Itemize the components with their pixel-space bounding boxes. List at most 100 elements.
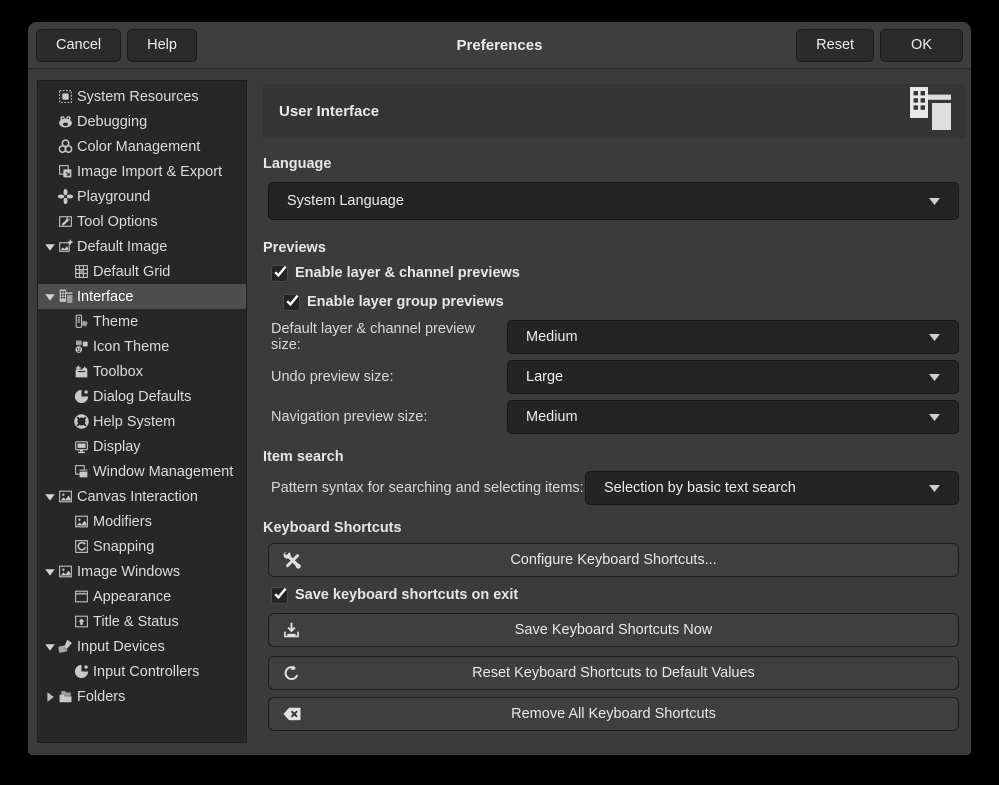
- save-keyboard-shortcuts-now-button[interactable]: Save Keyboard Shortcuts Now: [268, 613, 959, 647]
- sidebar-item-label: Toolbox: [93, 364, 143, 380]
- sidebar-item-help-system[interactable]: Help System: [38, 409, 246, 434]
- sidebar-item-label: System Resources: [77, 89, 199, 105]
- previews-heading: Previews: [263, 239, 965, 257]
- sidebar-item-input-devices[interactable]: Input Devices: [38, 634, 246, 659]
- sidebar-item-default-grid[interactable]: Default Grid: [38, 259, 246, 284]
- cancel-button[interactable]: Cancel: [36, 29, 121, 62]
- undo-preview-size-dropdown[interactable]: Large: [507, 360, 959, 394]
- sidebar-item-label: Playground: [77, 189, 150, 205]
- expander-down-icon[interactable]: [42, 641, 57, 653]
- pattern-syntax-row: Pattern syntax for searching and selecti…: [263, 471, 965, 505]
- sidebar-item-label: Window Management: [93, 464, 233, 480]
- sidebar-item-input-controllers[interactable]: Input Controllers: [38, 659, 246, 684]
- sidebar-item-modifiers[interactable]: Modifiers: [38, 509, 246, 534]
- sidebar-item-debugging[interactable]: Debugging: [38, 109, 246, 134]
- enable-layer-channel-previews-checkbox[interactable]: Enable layer & channel previews: [271, 264, 965, 282]
- sidebar-item-title-status[interactable]: Title & Status: [38, 609, 246, 634]
- pattern-syntax-label: Pattern syntax for searching and selecti…: [263, 480, 585, 496]
- expander-down-icon[interactable]: [42, 291, 57, 303]
- expander-down-icon[interactable]: [42, 241, 57, 253]
- sidebar-item-snapping[interactable]: Snapping: [38, 534, 246, 559]
- default-layer-channel-preview-size-dropdown[interactable]: Medium: [507, 320, 959, 354]
- preview-size-row: Undo preview size:Large: [263, 360, 965, 394]
- color-management-icon: [57, 138, 74, 155]
- enable-layer-group-previews-checkbox[interactable]: Enable layer group previews: [283, 293, 965, 311]
- sidebar-item-image-windows[interactable]: Image Windows: [38, 559, 246, 584]
- sidebar-item-label: Color Management: [77, 139, 200, 155]
- expander-down-icon[interactable]: [42, 491, 57, 503]
- canvas-interaction-icon: [57, 488, 74, 505]
- sidebar-item-label: Input Devices: [77, 639, 165, 655]
- sidebar-item-tool-options[interactable]: Tool Options: [38, 209, 246, 234]
- default-grid-icon: [73, 263, 90, 280]
- sidebar-item-dialog-defaults[interactable]: Dialog Defaults: [38, 384, 246, 409]
- reset-keyboard-shortcuts-to-default-values-button[interactable]: Reset Keyboard Shortcuts to Default Valu…: [268, 656, 959, 690]
- sidebar-item-playground[interactable]: Playground: [38, 184, 246, 209]
- sidebar-item-label: Image Windows: [77, 564, 180, 580]
- checkbox-checked-icon: [271, 265, 288, 282]
- input-devices-icon: [57, 638, 74, 655]
- dialog-defaults-icon: [73, 388, 90, 405]
- remove-all-keyboard-shortcuts-button[interactable]: Remove All Keyboard Shortcuts: [268, 697, 959, 731]
- sidebar-item-canvas-interaction[interactable]: Canvas Interaction: [38, 484, 246, 509]
- interface-icon: [57, 288, 74, 305]
- preview-size-label: Navigation preview size:: [263, 409, 507, 425]
- panel-header: User Interface: [263, 84, 965, 138]
- sidebar-item-label: Image Import & Export: [77, 164, 222, 180]
- sidebar-item-icon-theme[interactable]: Icon Theme: [38, 334, 246, 359]
- dropdown-value: Medium: [526, 329, 578, 345]
- sidebar-item-color-management[interactable]: Color Management: [38, 134, 246, 159]
- sidebar-item-window-management[interactable]: Window Management: [38, 459, 246, 484]
- sidebar-item-label: Tool Options: [77, 214, 158, 230]
- configure-keyboard-shortcuts-button[interactable]: Configure Keyboard Shortcuts...: [268, 543, 959, 577]
- image-import-export-icon: [57, 163, 74, 180]
- sidebar-item-image-import-export[interactable]: Image Import & Export: [38, 159, 246, 184]
- sidebar-item-label: Snapping: [93, 539, 154, 555]
- image-windows-icon: [57, 563, 74, 580]
- sidebar-item-label: Folders: [77, 689, 125, 705]
- keyboard-shortcut-buttons: Save Keyboard Shortcuts Now Reset Keyboar…: [263, 613, 965, 731]
- user-interface-panel: User Interface Language System Language …: [247, 80, 971, 755]
- checkbox-label: Save keyboard shortcuts on exit: [295, 587, 518, 603]
- navigation-preview-size-dropdown[interactable]: Medium: [507, 400, 959, 434]
- sidebar-item-label: Display: [93, 439, 141, 455]
- tool-options-icon: [57, 213, 74, 230]
- pattern-syntax-value: Selection by basic text search: [604, 480, 796, 496]
- button-label: Reset Keyboard Shortcuts to Default Valu…: [269, 665, 958, 681]
- button-label: Save Keyboard Shortcuts Now: [269, 622, 958, 638]
- sidebar-item-interface[interactable]: Interface: [38, 284, 246, 309]
- snapping-icon: [73, 538, 90, 555]
- save-icon: [282, 614, 301, 646]
- theme-icon: [73, 313, 90, 330]
- sidebar-item-folders[interactable]: Folders: [38, 684, 246, 709]
- save-shortcuts-on-exit-checkbox[interactable]: Save keyboard shortcuts on exit: [271, 586, 965, 604]
- default-image-icon: [57, 238, 74, 255]
- expander-down-icon[interactable]: [42, 566, 57, 578]
- sidebar-item-system-resources[interactable]: System Resources: [38, 84, 246, 109]
- preview-size-row: Default layer & channel preview size: Med…: [263, 320, 965, 354]
- sidebar-item-appearance[interactable]: Appearance: [38, 584, 246, 609]
- language-heading: Language: [263, 155, 965, 173]
- sidebar-item-default-image[interactable]: Default Image: [38, 234, 246, 259]
- appearance-icon: [73, 588, 90, 605]
- sidebar-item-display[interactable]: Display: [38, 434, 246, 459]
- sidebar-item-theme[interactable]: Theme: [38, 309, 246, 334]
- input-controllers-icon: [73, 663, 90, 680]
- expander-right-icon[interactable]: [42, 691, 57, 703]
- pattern-syntax-dropdown[interactable]: Selection by basic text search: [585, 471, 959, 505]
- sidebar-item-label: Help System: [93, 414, 175, 430]
- remove-icon: [282, 698, 302, 730]
- preview-size-row: Navigation preview size: Medium: [263, 400, 965, 434]
- checkbox-label: Enable layer group previews: [307, 294, 504, 310]
- sidebar-item-label: Input Controllers: [93, 664, 199, 680]
- dropdown-value: Medium: [526, 409, 578, 425]
- preview-size-label: Default layer & channel preview size:: [263, 321, 507, 353]
- help-button[interactable]: Help: [127, 29, 197, 62]
- reset-button[interactable]: Reset: [796, 29, 874, 62]
- ok-button[interactable]: OK: [880, 29, 963, 62]
- system-resources-icon: [57, 88, 74, 105]
- language-dropdown[interactable]: System Language: [268, 182, 959, 220]
- sidebar-item-label: Modifiers: [93, 514, 152, 530]
- sidebar-item-label: Interface: [77, 289, 133, 305]
- sidebar-item-toolbox[interactable]: Toolbox: [38, 359, 246, 384]
